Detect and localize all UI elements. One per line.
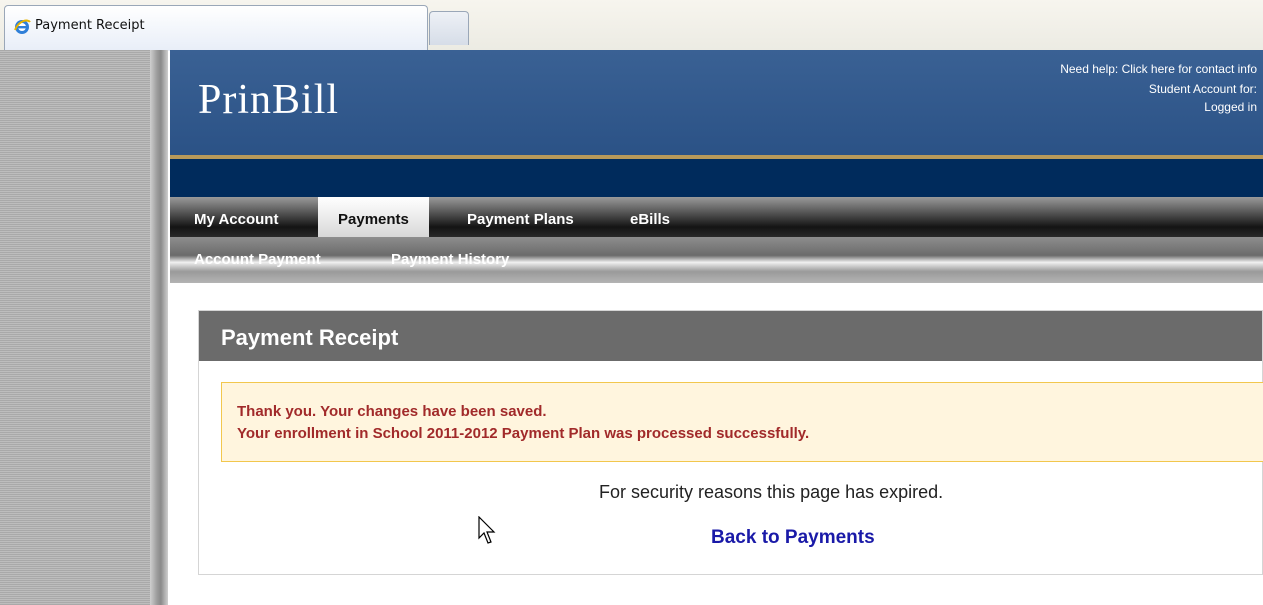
help-contact-link[interactable]: Need help: Click here for contact info	[1060, 62, 1257, 76]
success-message-box: Thank you. Your changes have been saved.…	[221, 382, 1263, 462]
page-expired-notice: For security reasons this page has expir…	[599, 482, 944, 502]
nav-tab-payment-plans[interactable]: Payment Plans	[467, 197, 574, 237]
back-to-payments-link[interactable]: Back to Payments	[711, 527, 875, 549]
browser-tab-label: Payment Receipt	[35, 18, 145, 33]
nav-tab-payments[interactable]: Payments	[318, 197, 429, 237]
browser-tab-payment-receipt[interactable]: Payment Receipt	[4, 5, 428, 51]
panel-header: Payment Receipt	[199, 311, 1262, 361]
primary-nav: My Account Payments Payment Plans eBills	[170, 197, 1263, 237]
success-message-line1: Thank you. Your changes have been saved.	[237, 403, 547, 420]
header-navy-band	[170, 159, 1263, 197]
prinbill-logo[interactable]: PrinBill	[198, 76, 339, 124]
subnav-payment-history[interactable]: Payment History	[391, 251, 509, 268]
payment-receipt-panel: Payment Receipt Thank you. Your changes …	[198, 310, 1263, 575]
mouse-cursor-icon	[478, 516, 496, 544]
logged-in-label: Logged in	[1204, 100, 1257, 114]
secondary-nav: Account Payment Payment History	[170, 237, 1263, 283]
ie-icon	[14, 19, 31, 34]
student-account-label: Student Account for:	[1148, 82, 1257, 96]
page-title: Payment Receipt	[221, 325, 399, 350]
new-tab-icon[interactable]	[429, 11, 469, 45]
subnav-account-payment[interactable]: Account Payment	[194, 251, 321, 268]
success-message-line2: Your enrollment in School 2011-2012 Paym…	[237, 425, 810, 442]
nav-tab-ebills[interactable]: eBills	[630, 197, 670, 237]
browser-tab-strip: Payment Receipt	[0, 0, 1263, 51]
page-left-background	[0, 50, 150, 605]
nav-tab-my-account[interactable]: My Account	[194, 197, 278, 237]
page-left-shadow	[150, 50, 168, 605]
site-header: PrinBill Need help: Click here for conta…	[170, 50, 1263, 155]
